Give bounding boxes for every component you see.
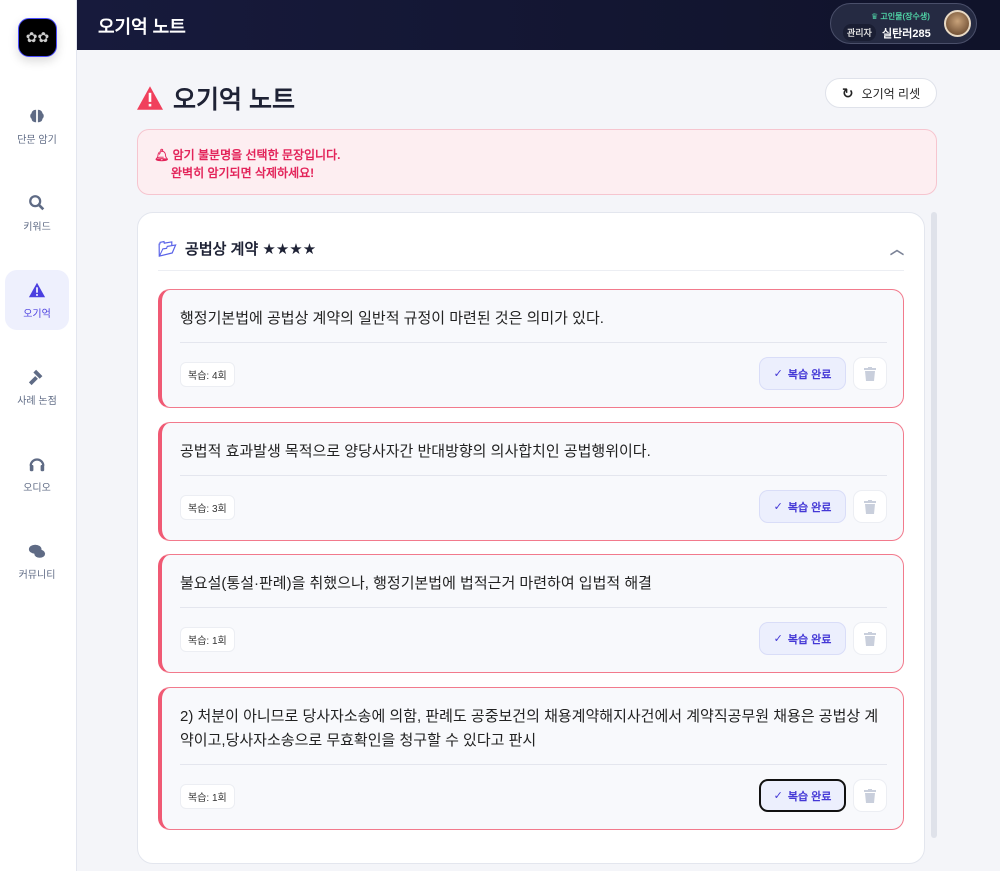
divider xyxy=(180,475,887,476)
trash-icon xyxy=(864,499,876,514)
folder-open-icon: 📂︎ xyxy=(158,240,178,258)
sidebar-item-label: 커뮤니티 xyxy=(18,569,56,581)
crown-icon: ♛ xyxy=(871,12,881,21)
sidebar: ✿✿ 단문 암기 키워드 오기억 사례 논점 오디오 커뮤니티 xyxy=(0,0,77,871)
sidebar-item-keyword[interactable]: 키워드 xyxy=(5,183,69,243)
review-count: 복습: 1회 xyxy=(180,627,235,652)
page-title-text: 오기억 노트 xyxy=(173,86,295,114)
review-done-button[interactable]: ✓ 복습 완료 xyxy=(759,490,846,523)
search-icon xyxy=(29,194,45,210)
sidebar-item-label: 사례 논점 xyxy=(17,395,57,407)
item-text: 공법적 효과발생 목적으로 양당사자간 반대방향의 의사합치인 공법행위이다. xyxy=(180,443,651,460)
refresh-icon: ↻ xyxy=(841,84,854,101)
divider xyxy=(180,764,887,765)
reset-label: 오기억 리셋 xyxy=(861,86,921,101)
avatar[interactable] xyxy=(944,10,971,37)
check-icon: ✓ xyxy=(773,633,783,645)
review-count: 복습: 4회 xyxy=(180,362,235,387)
bell-icon: 🔔︎ xyxy=(154,148,173,162)
app-logo[interactable]: ✿✿ xyxy=(18,18,57,57)
warning-icon xyxy=(137,86,163,110)
comments-icon xyxy=(28,544,46,558)
done-label: 복습 완료 xyxy=(787,790,832,803)
check-icon: ✓ xyxy=(773,501,783,513)
reset-button[interactable]: ↻ 오기억 리셋 xyxy=(825,78,937,108)
divider xyxy=(180,342,887,343)
sidebar-item-community[interactable]: 커뮤니티 xyxy=(5,531,69,591)
sidebar-item-case-issues[interactable]: 사례 논점 xyxy=(5,357,69,417)
review-done-button[interactable]: ✓ 복습 완료 xyxy=(759,779,846,812)
section-title: 공법상 계약 ★★★★ xyxy=(185,241,317,258)
sidebar-item-label: 오기억 xyxy=(23,308,51,320)
warning-icon xyxy=(28,282,46,297)
trash-icon xyxy=(864,366,876,381)
headphones-icon xyxy=(29,457,45,471)
item-text: 2) 처분이 아니므로 당사자소송에 의함, 판례도 공중보건의 채용계약해지사… xyxy=(180,708,879,749)
trash-icon xyxy=(864,788,876,803)
item-text: 불요설(통설·판례)을 취했으나, 행정기본법에 법적근거 마련하여 입법적 해… xyxy=(180,575,652,592)
sidebar-item-label: 키워드 xyxy=(23,221,51,233)
review-count: 복습: 3회 xyxy=(180,495,235,520)
delete-button[interactable] xyxy=(853,490,887,523)
sidebar-item-label: 단문 암기 xyxy=(17,134,57,146)
done-label: 복습 완료 xyxy=(787,368,832,381)
chevron-up-icon[interactable]: ︿ xyxy=(890,239,904,259)
list-item: 공법적 효과발생 목적으로 양당사자간 반대방향의 의사합치인 공법행위이다. … xyxy=(158,422,904,541)
check-icon: ✓ xyxy=(773,790,783,802)
divider xyxy=(180,607,887,608)
brain-icon xyxy=(30,109,44,122)
gavel-icon xyxy=(28,369,43,385)
user-grade: ♛ 고인물(장수생) xyxy=(871,11,930,22)
list-item: 불요설(통설·판례)을 취했으나, 행정기본법에 법적근거 마련하여 입법적 해… xyxy=(158,554,904,673)
alert-line: 암기 불분명을 선택한 문장입니다. xyxy=(172,148,341,162)
section-header[interactable]: 📂︎ 공법상 계약 ★★★★ ︿ xyxy=(158,233,904,271)
user-badge[interactable]: ♛ 고인물(장수생) 관리자 실탄러285 xyxy=(830,3,977,44)
delete-button[interactable] xyxy=(853,779,887,812)
sidebar-item-short-memo[interactable]: 단문 암기 xyxy=(5,96,69,156)
review-done-button[interactable]: ✓ 복습 완료 xyxy=(759,357,846,390)
review-done-button[interactable]: ✓ 복습 완료 xyxy=(759,622,846,655)
done-label: 복습 완료 xyxy=(787,633,832,646)
sidebar-item-label: 오디오 xyxy=(23,482,51,494)
grade-text: 고인물(장수생) xyxy=(880,12,930,21)
scrollbar[interactable] xyxy=(931,212,937,838)
role-badge: 관리자 xyxy=(843,24,876,41)
sidebar-item-wrong-memory[interactable]: 오기억 xyxy=(5,270,69,330)
list-item: 행정기본법에 공법상 계약의 일반적 규정이 마련된 것은 의미가 있다. 복습… xyxy=(158,289,904,408)
app-title: 오기억 노트 xyxy=(98,17,186,37)
sidebar-item-audio[interactable]: 오디오 xyxy=(5,444,69,504)
check-icon: ✓ xyxy=(773,368,783,380)
alert-line: 완벽히 암기되면 삭제하세요! xyxy=(171,166,315,180)
section-card: 📂︎ 공법상 계약 ★★★★ ︿ 행정기본법에 공법상 계약의 일반적 규정이 … xyxy=(137,212,925,864)
delete-button[interactable] xyxy=(853,622,887,655)
top-bar: 오기억 노트 ♛ 고인물(장수생) 관리자 실탄러285 xyxy=(77,0,1000,50)
item-text: 행정기본법에 공법상 계약의 일반적 규정이 마련된 것은 의미가 있다. xyxy=(180,310,604,327)
delete-button[interactable] xyxy=(853,357,887,390)
user-name: 실탄러285 xyxy=(882,28,931,40)
info-alert: 🔔︎ 암기 불분명을 선택한 문장입니다. 완벽히 암기되면 삭제하세요! xyxy=(137,129,937,195)
page-title: 오기억 노트 xyxy=(137,80,295,116)
review-count: 복습: 1회 xyxy=(180,784,235,809)
trash-icon xyxy=(864,631,876,646)
done-label: 복습 완료 xyxy=(787,501,832,514)
list-item: 2) 처분이 아니므로 당사자소송에 의함, 판례도 공중보건의 채용계약해지사… xyxy=(158,687,904,830)
